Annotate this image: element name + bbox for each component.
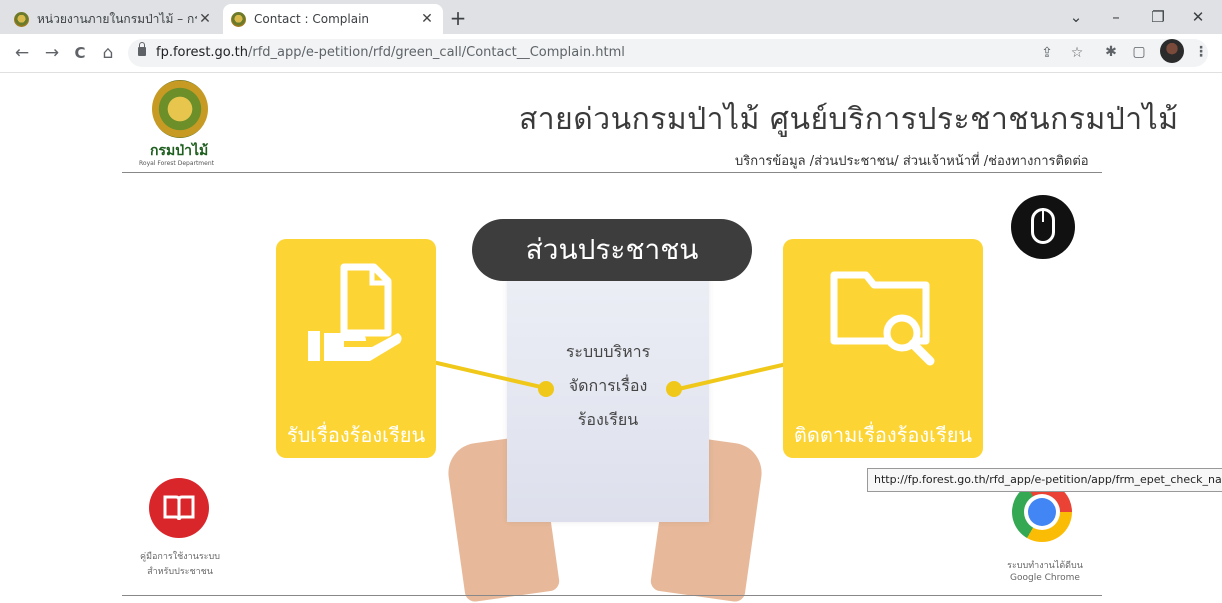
track-complaint-card[interactable]: ติดตามเรื่องร้องเรียน [783,239,983,458]
menu-icon[interactable]: ⋮ [1190,41,1212,63]
rfd-emblem-logo[interactable] [152,80,208,138]
tab-search-button[interactable]: ⌄ [1056,4,1096,30]
extensions-icon[interactable]: ✱ [1100,41,1122,63]
browser-toolbar: ← → C ⌂ fp.forest.go.th/rfd_app/e-petiti… [0,34,1222,73]
home-button[interactable]: ⌂ [96,41,120,65]
address-bar[interactable]: fp.forest.go.th/rfd_app/e-petition/rfd/g… [128,39,1208,67]
forward-button[interactable]: → [40,41,64,65]
logo-subtext: Royal Forest Department [139,160,214,167]
chrome-note-line-2: Google Chrome [1010,573,1080,583]
folder-search-icon [830,271,935,366]
logo-text: กรมป่าไม้ [150,143,209,159]
rfd-favicon-icon [14,11,29,27]
manual-line-1[interactable]: คู่มือการใช้งานระบบ [120,549,240,563]
restore-button[interactable]: ❐ [1138,4,1178,30]
tab-title: Contact : Complain [254,12,370,26]
chrome-note-line-1: ระบบทำงานได้ดีบน [1007,561,1083,571]
lock-icon [138,42,146,56]
profile-avatar[interactable] [1160,39,1184,63]
track-complaint-label: ติดตามเรื่องร้องเรียน [793,423,973,447]
tab-strip: หน่วยงานภายในกรมป่าไม้ – กรมป่าไม้ ✕ Con… [0,0,1222,34]
tab-title: หน่วยงานภายในกรมป่าไม้ – กรมป่าไม้ [37,11,197,26]
footer-divider [122,595,1102,596]
share-icon[interactable]: ⇪ [1036,42,1058,64]
document-hand-icon [308,263,402,361]
tab-rfd-units[interactable]: หน่วยงานภายในกรมป่าไม้ – กรมป่าไม้ ✕ [6,4,221,34]
header-divider [122,172,1102,173]
submit-complaint-card[interactable]: รับเรื่องร้องเรียน [276,239,436,458]
connector-dot-left [538,381,554,397]
bookmark-star-icon[interactable]: ☆ [1066,42,1088,64]
close-icon[interactable]: ✕ [419,11,435,27]
rfd-favicon-icon [231,11,246,27]
reload-button[interactable]: C [68,41,92,65]
close-icon[interactable]: ✕ [197,11,213,27]
submit-complaint-label: รับเรื่องร้องเรียน [286,423,426,447]
new-tab-button[interactable]: + [446,6,470,30]
tab-contact-complain[interactable]: Contact : Complain ✕ [223,4,443,34]
manual-line-2[interactable]: สำหรับประชาชน [120,564,240,578]
open-book-icon [163,495,195,521]
back-button[interactable]: ← [10,41,34,65]
mouse-wheel-icon [1042,208,1044,222]
link-status-tooltip: http://fp.forest.go.th/rfd_app/e-petitio… [867,468,1222,492]
section-label-public: ส่วนประชาชน [472,219,752,281]
connector-dot-right [666,381,682,397]
url-text[interactable]: fp.forest.go.th/rfd_app/e-petition/rfd/g… [156,45,625,60]
minimize-button[interactable]: – [1096,4,1136,30]
close-window-button[interactable]: ✕ [1178,4,1218,30]
header-nav-links[interactable]: บริการข้อมูล /ส่วนประชาชน/ ส่วนเจ้าหน้าท… [735,150,1089,171]
manual-book-button[interactable] [149,478,209,538]
page-title: สายด่วนกรมป่าไม้ ศูนย์บริการประชาชนกรมป่… [519,102,1179,137]
paper-line-1: ระบบบริหาร [565,342,651,361]
side-panel-icon[interactable]: ▢ [1128,41,1150,63]
paper-line-3: ร้องเรียน [577,410,639,429]
